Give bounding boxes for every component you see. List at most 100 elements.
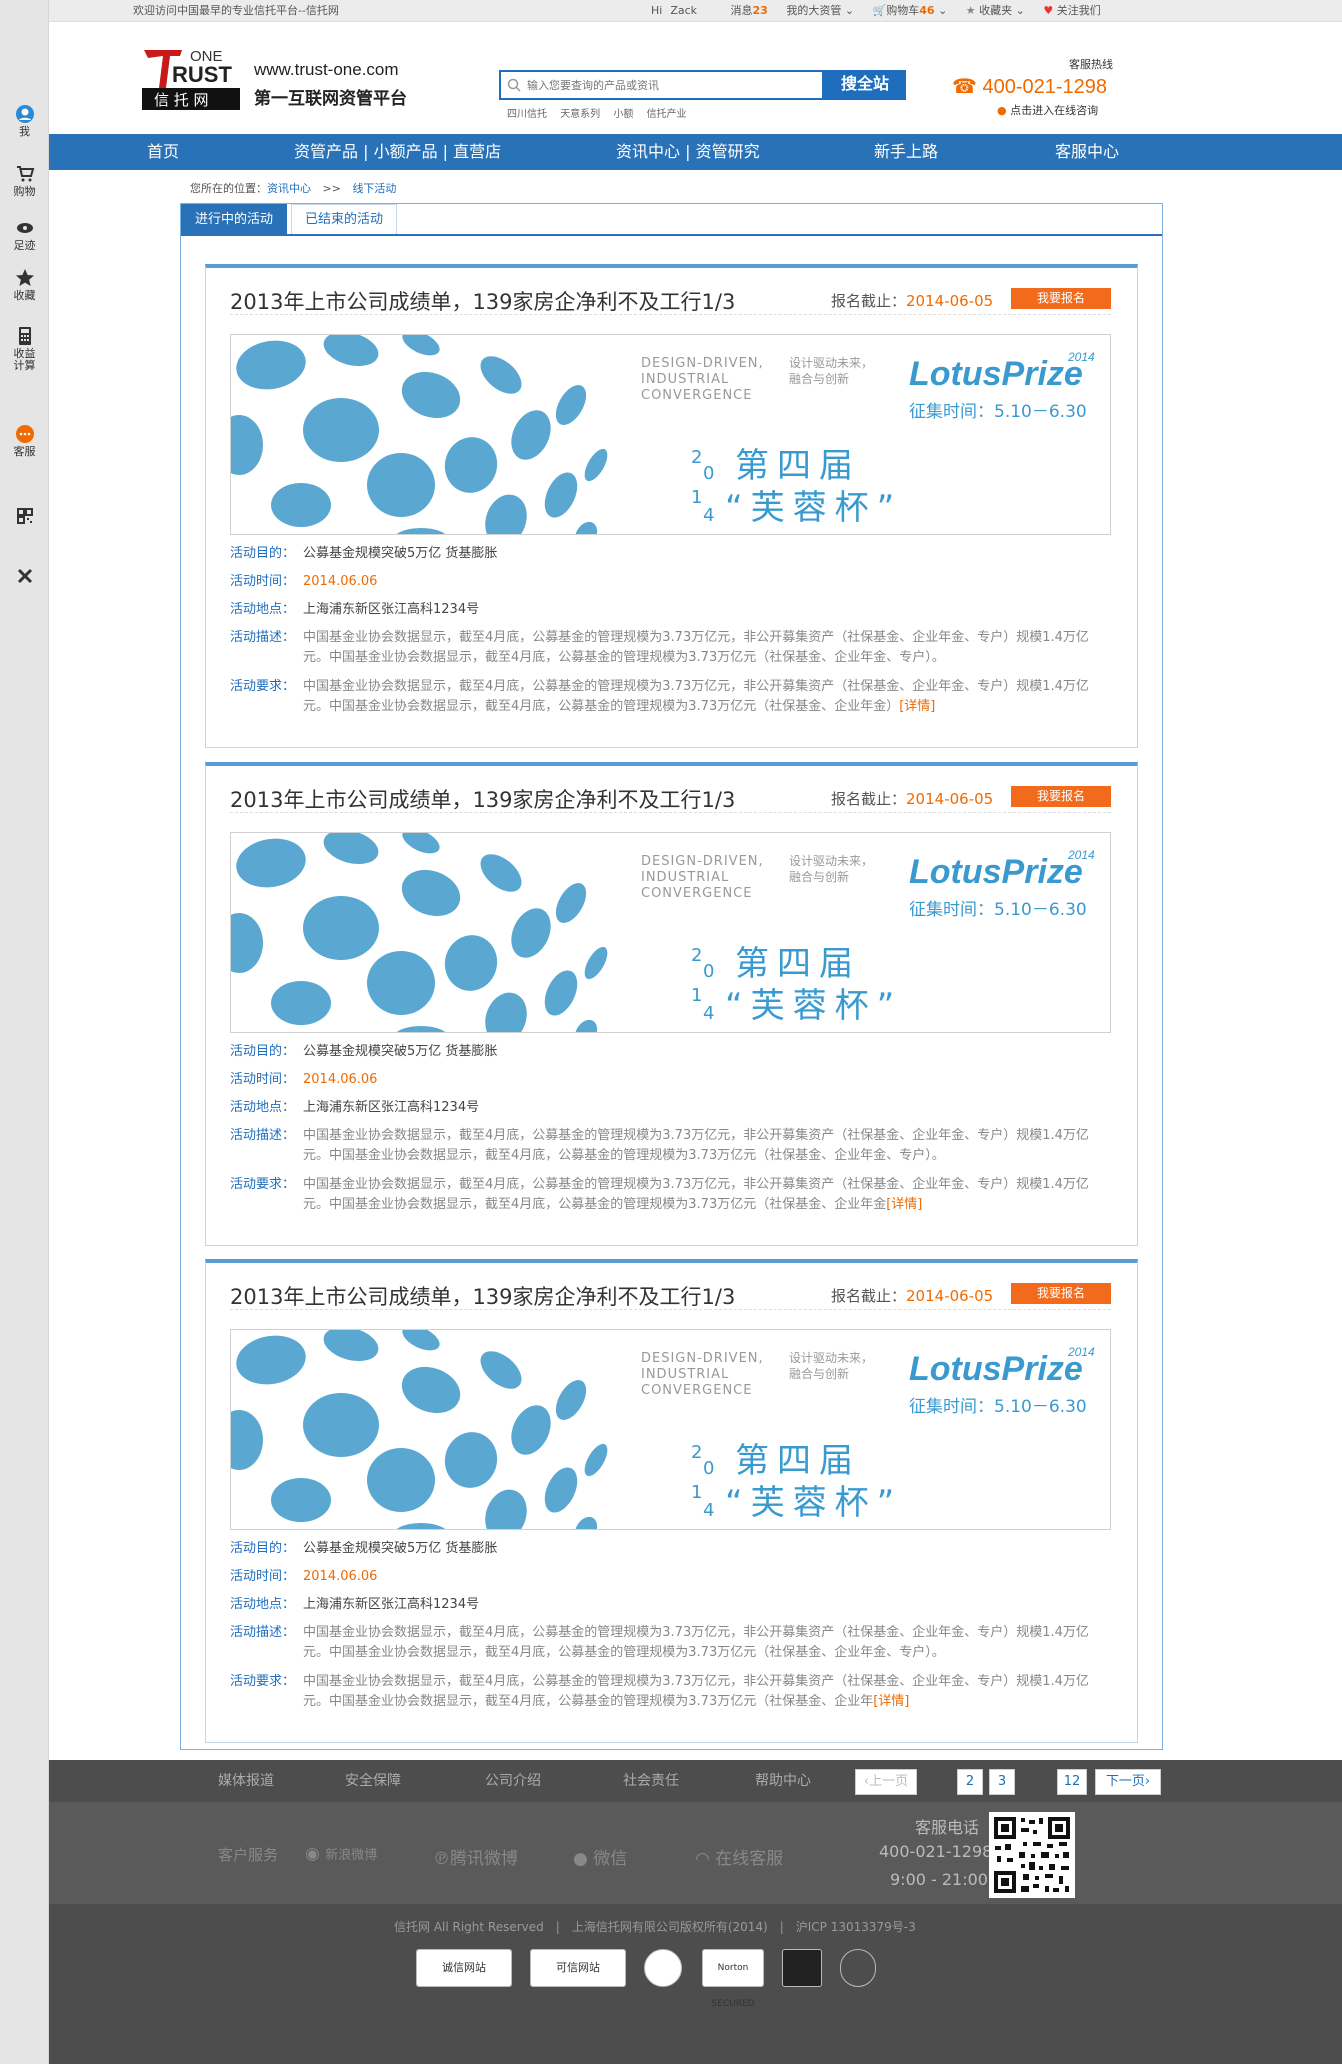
svg-text:RUST: RUST xyxy=(172,62,232,87)
sidebar-item-history[interactable]: 足迹 xyxy=(0,218,49,252)
tencent-weibo-link[interactable]: ℗腾讯微博 xyxy=(433,1844,518,1869)
my-assets-link[interactable]: 我的大资管 ⌄ xyxy=(786,4,854,17)
svg-text:融合与创新: 融合与创新 xyxy=(789,371,849,386)
svg-text:2: 2 xyxy=(691,945,702,966)
svg-text:CONVERGENCE: CONVERGENCE xyxy=(641,1383,752,1398)
search-box xyxy=(499,70,824,100)
nav-news[interactable]: 资讯中心 | 资管研究 xyxy=(616,134,760,170)
search-button[interactable]: 搜全站 xyxy=(824,70,906,100)
signup-button[interactable]: 我要报名 xyxy=(1011,786,1111,807)
event-title[interactable]: 2013年上市公司成绩单，139家房企净利不及工行1/3 xyxy=(230,1281,735,1311)
pager-next[interactable]: 下一页› xyxy=(1095,1769,1161,1795)
badge-credible-site[interactable]: 诚信网站 xyxy=(416,1949,512,1987)
svg-text:第四届: 第四届 xyxy=(735,1441,861,1481)
calculator-icon xyxy=(18,327,31,345)
svg-text:LotusPrize: LotusPrize xyxy=(909,355,1083,393)
follow-label: 关注我们 xyxy=(1056,4,1101,17)
svg-text:融合与创新: 融合与创新 xyxy=(789,1366,849,1381)
nav-products[interactable]: 资管产品 | 小额产品 | 直营店 xyxy=(294,134,501,170)
close-icon xyxy=(17,568,32,584)
nav-beginners[interactable]: 新手上路 xyxy=(874,134,938,170)
event-title[interactable]: 2013年上市公司成绩单，139家房企净利不及工行1/3 xyxy=(230,784,735,814)
online-consult-link[interactable]: ● 点击进入在线咨询 xyxy=(997,102,1098,118)
deadline-label: 报名截止： xyxy=(831,1287,907,1305)
pager-page[interactable]: 12 xyxy=(1057,1769,1087,1795)
follow-link[interactable]: ♥ 关注我们 xyxy=(1043,4,1100,17)
breadcrumb-offline-events[interactable]: 线下活动 xyxy=(352,182,396,195)
site-logo[interactable]: ONE RUST 信 托 网 xyxy=(142,44,244,112)
field-label: 活动目的： xyxy=(230,1044,296,1059)
signup-button[interactable]: 我要报名 xyxy=(1011,288,1111,309)
svg-text:1: 1 xyxy=(691,985,702,1006)
field-label: 活动要求： xyxy=(230,1177,296,1192)
event-banner[interactable]: DESIGN-DRIVEN, INDUSTRIAL CONVERGENCE 设计驱动未… xyxy=(230,1329,1111,1530)
cart-link[interactable]: 🛒购物车46 ⌄ xyxy=(873,4,948,17)
details-link[interactable]: [详情] xyxy=(873,1694,909,1709)
signup-button[interactable]: 我要报名 xyxy=(1011,1283,1111,1304)
sidebar-item-calculator[interactable]: 收益计算 xyxy=(0,326,49,372)
weibo-label: 新浪微博 xyxy=(325,1848,378,1863)
event-banner[interactable]: DESIGN-DRIVEN, INDUSTRIAL CONVERGENCE 设计驱动未… xyxy=(230,334,1111,535)
username[interactable]: Zack xyxy=(670,4,697,17)
svg-text:LotusPrize: LotusPrize xyxy=(909,1350,1083,1388)
badge-police[interactable] xyxy=(782,1949,822,1987)
nav-service[interactable]: 客服中心 xyxy=(1055,134,1119,170)
svg-text:0: 0 xyxy=(703,463,714,484)
search-input[interactable] xyxy=(501,72,791,98)
event-banner[interactable]: DESIGN-DRIVEN, INDUSTRIAL CONVERGENCE 设计驱动未… xyxy=(230,832,1111,1033)
svg-text:DESIGN-DRIVEN,: DESIGN-DRIVEN, xyxy=(641,1351,764,1366)
eye-icon xyxy=(16,223,33,233)
field-label: 活动时间： xyxy=(230,574,296,589)
footer-link[interactable]: 帮助中心 xyxy=(755,1760,811,1802)
user-icon xyxy=(15,105,34,123)
field-value: 上海浦东新区张江高科1234号 xyxy=(303,1597,480,1612)
sidebar-item-favorites[interactable]: 收藏 xyxy=(0,268,49,302)
sidebar-item-shopping[interactable]: 购物 xyxy=(0,164,49,198)
hot-link[interactable]: 小额 xyxy=(613,109,633,120)
field-label: 活动地点： xyxy=(230,602,296,617)
messages-link[interactable]: 消息23 xyxy=(731,4,768,17)
deadline-label: 报名截止： xyxy=(831,292,907,310)
weibo-link[interactable]: ◉ 新浪微博 xyxy=(305,1844,377,1864)
svg-text:INDUSTRIAL: INDUSTRIAL xyxy=(641,372,729,387)
pager-page[interactable]: 3 xyxy=(989,1769,1015,1795)
nav-home[interactable]: 首页 xyxy=(147,134,179,170)
wechat-link[interactable]: ● 微信 xyxy=(573,1844,627,1869)
svg-text:融合与创新: 融合与创新 xyxy=(789,869,849,884)
badge-norton[interactable]: Norton SECURED xyxy=(702,1949,764,2009)
event-card: 2013年上市公司成绩单，139家房企净利不及工行1/3 报名截止：2014-06… xyxy=(205,1259,1138,1743)
footer-link[interactable]: 媒体报道 xyxy=(218,1760,274,1802)
badge-emblem[interactable] xyxy=(840,1949,876,1987)
breadcrumb: 您所在的位置：资讯中心 >> 线下活动 xyxy=(190,180,396,196)
field-label: 活动目的： xyxy=(230,546,296,561)
messages-count: 23 xyxy=(752,4,768,17)
tencent-weibo-label: 腾讯微博 xyxy=(450,1849,518,1869)
sidebar-item-me[interactable]: 我 xyxy=(0,104,49,138)
breadcrumb-news[interactable]: 资讯中心 xyxy=(267,182,311,195)
tab-ended[interactable]: 已结束的活动 xyxy=(291,204,398,234)
sidebar-item-close[interactable] xyxy=(0,566,49,588)
sidebar-item-service[interactable]: 客服 xyxy=(0,424,49,458)
badge-trusted-site[interactable]: 可信网站 xyxy=(530,1949,626,1987)
sidebar-item-qrcode[interactable] xyxy=(0,506,49,528)
footer-link[interactable]: 安全保障 xyxy=(345,1760,401,1802)
hot-link[interactable]: 四川信托 xyxy=(507,109,547,120)
online-service-link[interactable]: ◠ 在线客服 xyxy=(695,1844,783,1869)
badge-seal[interactable] xyxy=(644,1949,682,1987)
favorites-link[interactable]: ★ 收藏夹 ⌄ xyxy=(966,4,1025,17)
event-title[interactable]: 2013年上市公司成绩单，139家房企净利不及工行1/3 xyxy=(230,286,735,316)
pager-prev[interactable]: ‹上一页 xyxy=(855,1769,917,1795)
chat-icon: ● xyxy=(997,104,1007,117)
hot-link[interactable]: 信托产业 xyxy=(647,109,687,120)
copyright-text: 信托网 All Right Reserved | 上海信托网有限公司版权所有(2… xyxy=(394,1920,916,1934)
details-link[interactable]: [详情] xyxy=(899,699,935,714)
footer-link[interactable]: 公司介绍 xyxy=(485,1760,541,1802)
svg-text:DESIGN-DRIVEN,: DESIGN-DRIVEN, xyxy=(641,356,764,371)
my-assets-label: 我的大资管 xyxy=(786,4,842,17)
hot-link[interactable]: 天意系列 xyxy=(560,109,600,120)
details-link[interactable]: [详情] xyxy=(886,1197,922,1212)
tab-ongoing[interactable]: 进行中的活动 xyxy=(181,204,288,234)
pager-page[interactable]: 2 xyxy=(957,1769,983,1795)
footer-link[interactable]: 社会责任 xyxy=(623,1760,679,1802)
requirements-text: 中国基金业协会数据显示，截至4月底，公募基金的管理规模为3.73万亿元，非公开募… xyxy=(303,1177,1089,1212)
